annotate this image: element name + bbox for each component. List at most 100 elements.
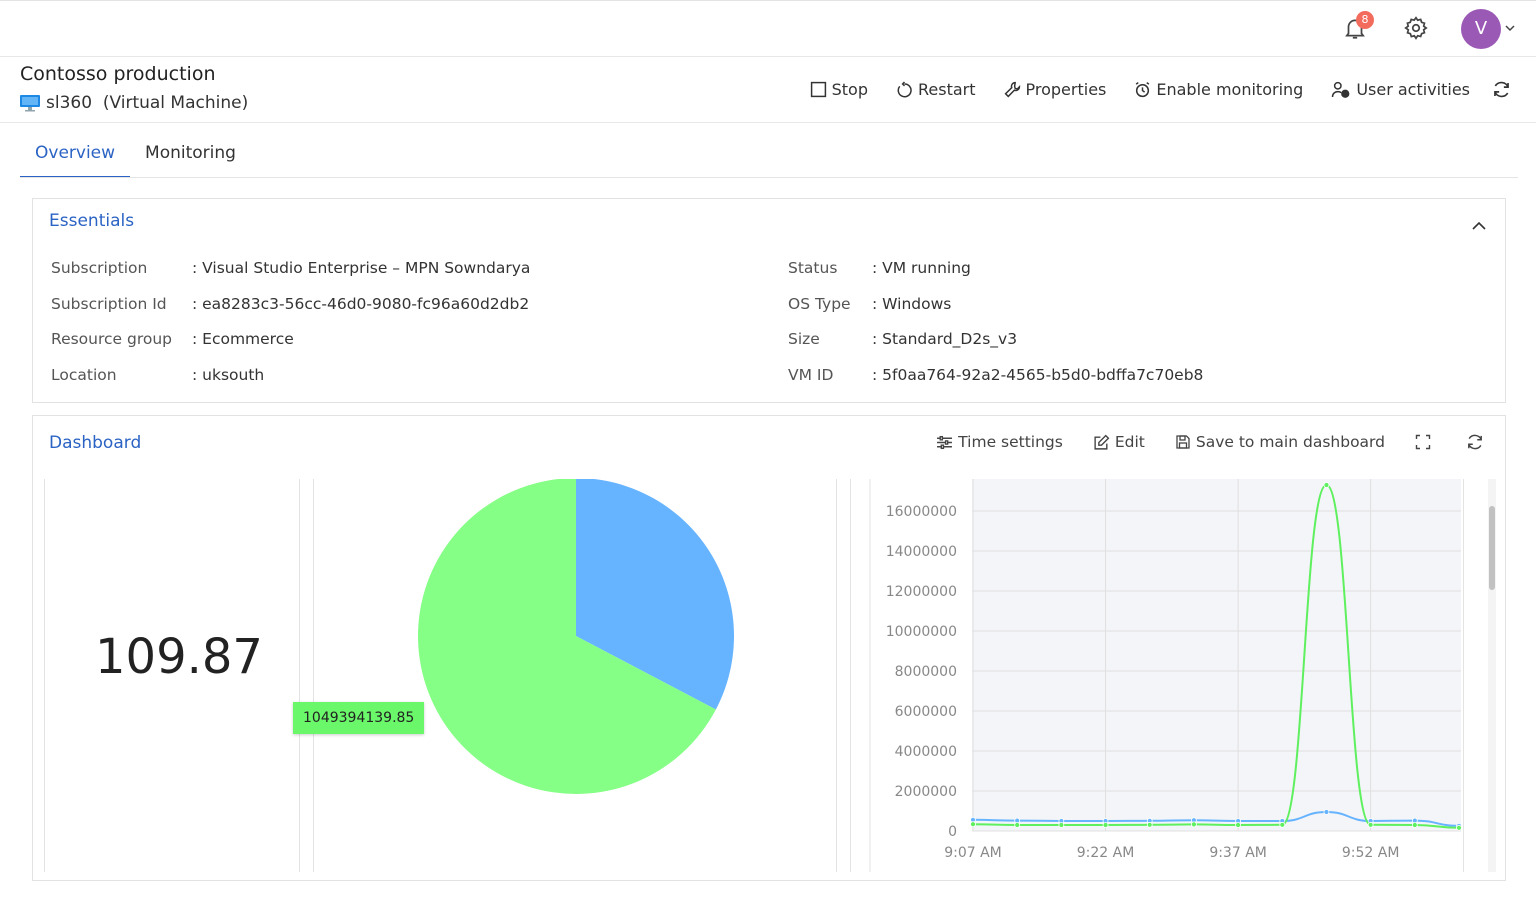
vm-name: sl360: [46, 93, 93, 113]
line-chart: 0 2000000 4000000 6000000 8000000 10000000 120…: [869, 479, 1462, 872]
chevron-up-icon[interactable]: [1471, 219, 1487, 233]
dashboard-scrollbar[interactable]: [1488, 479, 1496, 872]
essentials-row: Resource group : Ecommerce: [51, 330, 530, 366]
status-value: : VM running: [872, 259, 971, 277]
essentials-row: Subscription Id : ea8283c3-56cc-46d0-908…: [51, 295, 530, 331]
gear-icon[interactable]: [1403, 15, 1429, 41]
series-point: [1014, 822, 1021, 828]
dashboard-toolbar: Time settings Edit Save to main dashboar…: [906, 433, 1489, 451]
refresh-icon: [1494, 81, 1509, 97]
x-tick-label: 9:22 AM: [1077, 845, 1135, 861]
series-point: [1146, 821, 1153, 828]
status-label: Status: [788, 259, 838, 277]
pie-chart: [418, 479, 734, 794]
edit-label: Edit: [1114, 433, 1145, 451]
time-settings-button[interactable]: Time settings: [936, 433, 1063, 451]
refresh-icon: [1468, 434, 1482, 450]
properties-button[interactable]: Properties: [1004, 79, 1107, 99]
vm-type: (Virtual Machine): [102, 93, 249, 113]
restart-button[interactable]: Restart: [896, 80, 976, 99]
refresh-button[interactable]: [1492, 80, 1516, 99]
series-point: [1456, 824, 1462, 831]
os-type-value: : Windows: [872, 294, 952, 313]
tab-overview[interactable]: Overview: [20, 138, 131, 178]
os-type-label: OS Type: [788, 294, 851, 313]
scrollbar-thumb[interactable]: [1489, 506, 1495, 590]
dashboard-panel: Dashboard Time settings Edit Save to mai…: [32, 415, 1506, 881]
essentials-panel: Essentials Subscription : Visual Studio …: [32, 198, 1506, 403]
edit-button[interactable]: Edit: [1093, 433, 1145, 451]
resource-group-value: : Ecommerce: [192, 330, 294, 349]
expand-icon: [1415, 434, 1431, 450]
time-settings-label: Time settings: [958, 433, 1063, 451]
user-activities-button[interactable]: User activities: [1331, 80, 1470, 99]
plot-area: [972, 479, 1461, 831]
save-to-dashboard-button[interactable]: Save to main dashboard: [1175, 433, 1385, 451]
series-point: [1323, 482, 1330, 488]
y-tick-label: 4000000: [895, 744, 957, 760]
user-activities-label: User activities: [1356, 79, 1470, 99]
stop-icon: [810, 81, 826, 97]
restart-icon: [897, 81, 912, 97]
series-point: [1323, 809, 1330, 815]
metric-tile: 109.87: [44, 479, 300, 872]
action-toolbar: Stop Restart Properties Enable monitorin…: [782, 76, 1516, 102]
line-chart-tile: 0 2000000 4000000 6000000 8000000 10000000 120…: [850, 479, 1464, 872]
top-bar: 8 V: [0, 0, 1536, 57]
essentials-row: Location : uksouth: [51, 366, 530, 402]
alarm-clock-icon: [1136, 81, 1150, 97]
properties-label: Properties: [1025, 79, 1107, 99]
x-tick-label: 9:37 AM: [1209, 845, 1267, 861]
enable-monitoring-label: Enable monitoring: [1156, 79, 1304, 99]
x-tick-label: 9:52 AM: [1342, 845, 1400, 861]
fullscreen-button[interactable]: [1415, 434, 1436, 450]
series-point: [1279, 821, 1286, 828]
tab-monitoring[interactable]: Monitoring: [130, 138, 251, 178]
vm-id-label: VM ID: [788, 365, 834, 384]
stop-label: Stop: [831, 79, 868, 99]
dashboard-title: Dashboard: [49, 433, 142, 453]
page-title: Contosso production: [20, 63, 216, 85]
pie-chart-tile: 1049394139.85: [293, 479, 837, 872]
user-clock-icon: [1332, 81, 1350, 98]
essentials-row: Status : VM running: [788, 259, 1203, 295]
dashboard-refresh-button[interactable]: [1466, 433, 1489, 451]
y-tick-label: 6000000: [895, 704, 957, 720]
metric-value: 109.87: [95, 629, 263, 685]
essentials-title: Essentials: [49, 211, 135, 231]
save-icon: [1176, 435, 1190, 449]
pie-tooltip: 1049394139.85: [293, 702, 425, 734]
enable-monitoring-button[interactable]: Enable monitoring: [1134, 80, 1303, 99]
notification-badge: 8: [1356, 11, 1374, 29]
subscription-value: : Visual Studio Enterprise – MPN Sowndar…: [192, 259, 531, 277]
subscription-id-value: : ea8283c3-56cc-46d0-9080-fc96a60d2db2: [192, 294, 530, 313]
stop-button[interactable]: Stop: [810, 80, 868, 99]
size-label: Size: [788, 330, 820, 349]
wrench-icon: [1004, 81, 1020, 97]
x-tick-label: 9:07 AM: [944, 845, 1002, 861]
y-tick-label: 10000000: [886, 624, 957, 640]
essentials-row: OS Type : Windows: [788, 295, 1203, 331]
series-point: [1235, 822, 1241, 828]
avatar[interactable]: V: [1461, 9, 1501, 49]
resource-group-label: Resource group: [51, 330, 173, 349]
sliders-icon: [937, 435, 953, 449]
series-point: [970, 821, 976, 828]
series-point: [1058, 822, 1065, 828]
y-tick-label: 12000000: [886, 584, 957, 600]
essentials-right-column: Status : VM running OS Type : Windows Si…: [788, 259, 1203, 401]
tab-bar: Overview Monitoring: [20, 138, 251, 178]
location-value: : uksouth: [192, 365, 265, 384]
vm-name-line: sl360 (Virtual Machine): [46, 93, 248, 113]
tabs-divider: [20, 177, 1518, 178]
subscription-id-label: Subscription Id: [51, 294, 167, 313]
chevron-down-icon[interactable]: [1503, 21, 1517, 35]
save-label: Save to main dashboard: [1195, 433, 1385, 451]
y-tick-label: 0: [948, 824, 957, 840]
essentials-left-column: Subscription : Visual Studio Enterprise …: [51, 259, 530, 401]
y-tick-label: 2000000: [895, 784, 957, 800]
essentials-row: Subscription : Visual Studio Enterprise …: [51, 259, 530, 295]
edit-icon: [1094, 434, 1110, 450]
size-value: : Standard_D2s_v3: [872, 330, 1018, 349]
y-tick-label: 16000000: [886, 504, 957, 520]
